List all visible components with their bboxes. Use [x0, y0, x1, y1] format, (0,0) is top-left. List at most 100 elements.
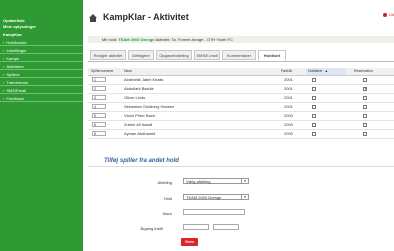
column-header-number[interactable]: Spillernummer [91, 68, 114, 75]
player-number-input[interactable]: 4 [92, 104, 106, 109]
divider [88, 166, 394, 167]
captain-checkbox[interactable] [312, 132, 316, 136]
player-table-header: Spillernummer Navn Født/år Holdfører ▲ Re… [88, 68, 394, 76]
chevron-right-icon: › [3, 48, 5, 53]
player-year: 2000 [284, 131, 293, 136]
save-button[interactable]: Gem [181, 238, 198, 246]
reservation-checkbox[interactable] [363, 132, 367, 136]
player-year: 2001 [284, 86, 293, 91]
tab-sms-email[interactable]: SMS/E-mail [194, 50, 220, 60]
chevron-right-icon: › [3, 72, 5, 77]
activity-tabs: Rediger aktivitet Deltagere Opgavefordel… [88, 50, 394, 62]
tab-deltagere[interactable]: Deltagere [128, 50, 154, 60]
sidebar: Opdateliste Mine oplysninger KampKlar › H… [0, 0, 83, 251]
tab-rediger-aktivitet[interactable]: Rediger aktivitet [90, 50, 126, 60]
page-header: KampKlar - Aktivitet Ud [83, 0, 394, 32]
player-name: Abdullahi Bashiir [124, 86, 154, 91]
sidebar-item-label: Spillere [6, 72, 20, 77]
column-header-extra[interactable]: Reservation [354, 68, 373, 75]
activity-detail: Aktivitet: Ta. Formel Arrage - OTH Youth… [155, 37, 233, 42]
team-info-bar: Mit hold: TEAM 2000 Drenge Aktivitet: Ta… [88, 36, 394, 43]
sidebar-item-holdforside[interactable]: › Holdforside [0, 39, 83, 46]
add-player-heading: Tilføj spiller fra andet hold [104, 158, 179, 164]
sidebar-item-kampe[interactable]: › Kampe [0, 55, 83, 62]
table-row: 5 Victor Peter Bach 2000 [88, 112, 394, 121]
captain-checkbox[interactable] [312, 96, 316, 100]
sidebar-item-label: Aktiviteter [6, 64, 24, 69]
sidebar-item-aktiviteter[interactable]: › Aktiviteter [0, 63, 83, 70]
chevron-right-icon: › [3, 96, 5, 101]
sidebar-item-sms-email[interactable]: › SMS/Email [0, 87, 83, 94]
player-year: 2000 [284, 113, 293, 118]
captain-checkbox[interactable] [312, 105, 316, 109]
reservation-checkbox[interactable] [363, 96, 367, 100]
tab-kommentarer[interactable]: Kommentarer [222, 50, 256, 60]
table-row: 1 Abdirahik Jabiri Khalis 2001 [88, 76, 394, 85]
sidebar-item-label: Trænerteam [6, 80, 29, 85]
player-year: 2001 [284, 95, 293, 100]
tab-opgavefordeling[interactable]: Opgavefordeling [156, 50, 192, 60]
team-name: TEAM 2000 Drenge [118, 37, 155, 42]
sidebar-item-indstillinger[interactable]: › Indstillinger [0, 47, 83, 54]
chevron-down-icon: ▼ [241, 195, 248, 199]
reservation-checkbox[interactable] [363, 114, 367, 118]
player-number-input[interactable]: 5 [92, 113, 106, 118]
sort-ascending-icon: ▲ [324, 69, 329, 73]
column-header-name[interactable]: Navn [124, 68, 132, 75]
table-row: 4 Sebastian Goldberg Hansen 2001 [88, 103, 394, 112]
table-row: 3 Oliver Linds 2001 [88, 94, 394, 103]
player-year: 2001 [284, 77, 293, 82]
captain-checkbox[interactable] [312, 123, 316, 127]
captain-checkbox[interactable] [312, 87, 316, 91]
table-row: 2 Abdullahi Bashiir 2001 [88, 85, 394, 94]
player-name: Sebastian Goldberg Hansen [124, 104, 175, 109]
chevron-down-icon: ▼ [241, 179, 248, 183]
year-to-input[interactable] [213, 224, 239, 230]
chevron-right-icon: › [3, 40, 5, 45]
player-number-input[interactable]: 8 [92, 131, 106, 136]
department-select[interactable]: Vælg afdeling ▼ [183, 178, 249, 184]
team-label: Hold [163, 196, 172, 201]
reservation-checkbox[interactable] [363, 105, 367, 109]
player-name: Zubeir Ali Ismail [124, 122, 153, 127]
table-row: 8 Ayman Abdhamid 2000 [88, 130, 394, 139]
captain-checkbox[interactable] [312, 78, 316, 82]
year-from-input[interactable] [183, 224, 209, 230]
reservation-checkbox[interactable] [363, 123, 367, 127]
reservation-checkbox[interactable] [363, 78, 367, 82]
captain-checkbox[interactable] [312, 114, 316, 118]
department-select-value: Vælg afdeling [186, 179, 211, 184]
chevron-right-icon: › [3, 80, 5, 85]
column-header-year[interactable]: Født/år [281, 68, 292, 75]
department-label: Afdeling [157, 180, 172, 185]
year-range-label: Årgang fra/til [140, 226, 163, 231]
table-row: 6 Zubeir Ali Ismail 2000 [88, 121, 394, 130]
page-title: KampKlar - Aktivitet [103, 12, 189, 22]
sidebar-item-label: Kampe [6, 56, 20, 61]
player-year: 2001 [284, 104, 293, 109]
sidebar-item-feedback[interactable]: › Feedback [0, 95, 83, 102]
tab-holdkort[interactable]: Holdkort [258, 50, 286, 61]
player-number-input[interactable]: 6 [92, 122, 106, 127]
sidebar-link-mine-oplysninger[interactable]: Mine oplysninger [3, 24, 36, 29]
reservation-checkbox[interactable] [363, 86, 367, 92]
logout-link[interactable]: Ud [382, 12, 394, 17]
logout-label: Ud [388, 12, 394, 17]
sidebar-section-kampklar: KampKlar [3, 32, 22, 37]
player-name: Abdirahik Jabiri Khalis [124, 77, 164, 82]
name-input[interactable] [183, 209, 245, 215]
player-number-input[interactable]: 3 [92, 95, 106, 100]
sidebar-item-traenerteam[interactable]: › Trænerteam [0, 79, 83, 86]
team-select[interactable]: TEAM 2000 Drenge ▼ [183, 194, 249, 200]
chevron-right-icon: › [3, 56, 5, 61]
team-info-prefix: Mit hold: [102, 37, 118, 42]
column-header-status-label: Holdfører [308, 69, 323, 73]
player-name: Victor Peter Bach [124, 113, 156, 118]
player-number-input[interactable]: 1 [92, 77, 106, 82]
sidebar-item-spillere[interactable]: › Spillere [0, 71, 83, 78]
column-header-status[interactable]: Holdfører ▲ [306, 68, 346, 75]
player-number-input[interactable]: 2 [92, 86, 106, 91]
sidebar-item-label: SMS/Email [6, 88, 27, 93]
sidebar-link-opdateliste[interactable]: Opdateliste [3, 18, 25, 23]
player-name: Ayman Abdhamid [124, 131, 156, 136]
